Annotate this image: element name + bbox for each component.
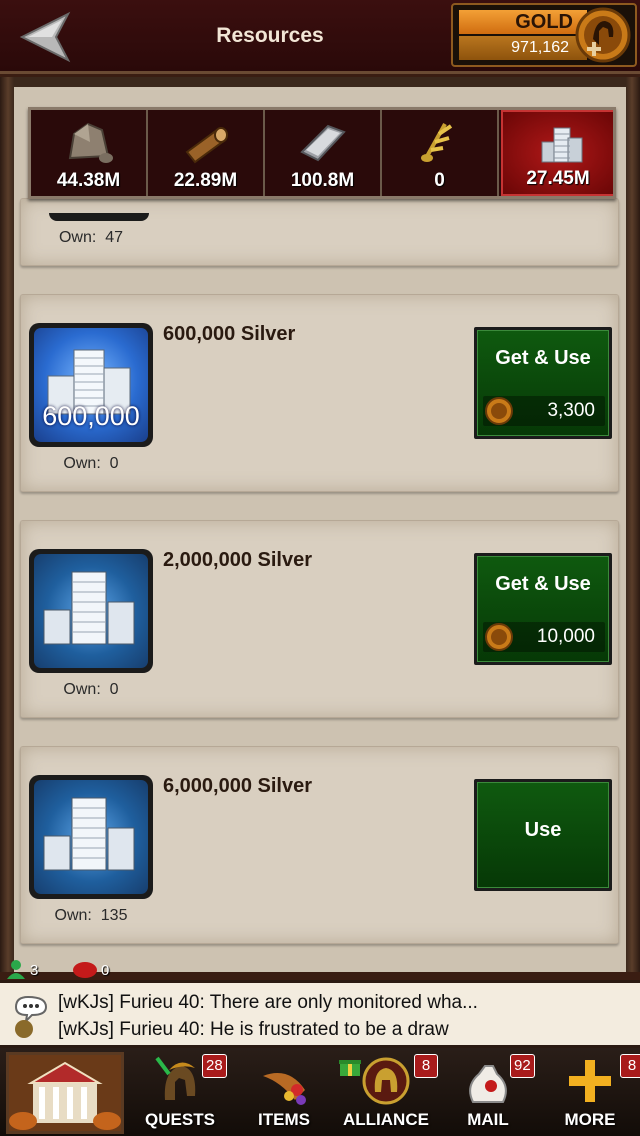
item-name: 6,000,000 Silver: [163, 775, 313, 797]
quests-badge: 28: [202, 1054, 227, 1078]
price: 10,000: [483, 622, 605, 652]
own-count: Own: 0: [63, 455, 119, 472]
nav-label: QUESTS: [145, 1110, 215, 1129]
item-icon: [29, 549, 153, 673]
gold-label: GOLD: [459, 10, 587, 34]
resource-value: 22.89M: [173, 170, 238, 191]
chat-message: [wKJs] Furieu 40: He is frustrated to be…: [58, 1019, 449, 1040]
nav-mail[interactable]: 92 MAIL: [438, 1048, 538, 1136]
resource-wood[interactable]: 22.89M: [148, 110, 265, 196]
mail-sack-icon: [469, 1065, 507, 1103]
alliance-badge: 8: [414, 1054, 438, 1078]
nav-items[interactable]: ITEMS: [234, 1048, 334, 1136]
nav-label: ITEMS: [258, 1110, 310, 1129]
icon-amount: 600,000: [42, 401, 140, 431]
own-count: Own: 47: [58, 229, 124, 246]
get-and-use-button[interactable]: Get & Use 10,000: [474, 553, 612, 665]
item-name: 600,000 Silver: [163, 323, 296, 345]
resource-stone[interactable]: 44.38M: [31, 110, 148, 196]
resource-food[interactable]: 0: [382, 110, 499, 196]
price: 3,300: [483, 396, 605, 426]
city-button[interactable]: [6, 1052, 124, 1134]
alert-count: 0: [101, 962, 110, 979]
resource-ore[interactable]: 100.8M: [265, 110, 382, 196]
resource-value: 0: [434, 170, 445, 191]
back-arrow-icon: [19, 11, 71, 63]
ore-icon: [300, 124, 346, 162]
gold-coin-icon: [485, 623, 513, 651]
bottom-nav: 28 QUESTS ITEMS 8 ALLIANCE 92 MAIL 8 MOR…: [0, 1048, 640, 1136]
silver-icon: [541, 127, 583, 163]
list-item: 600,000 600,000 Silver Own: 0 Get & Use …: [20, 294, 619, 492]
city-hall-icon: [9, 1055, 121, 1131]
plus-icon: [569, 1060, 611, 1102]
back-button[interactable]: [18, 8, 78, 66]
silver-stack-icon: [43, 797, 135, 871]
own-count: Own: 0: [63, 681, 119, 698]
food-icon: [421, 123, 453, 162]
gold-value: 971,162: [459, 36, 587, 60]
gift-icon: [339, 1060, 361, 1076]
own-count: Own: 135: [54, 907, 128, 924]
item-name: 2,000,000 Silver: [163, 549, 313, 571]
alliance-helmet-icon: [362, 1057, 410, 1105]
list-item: Own: 47: [20, 198, 619, 266]
wood-icon: [185, 127, 228, 164]
resource-value: 100.8M: [290, 170, 355, 191]
players-online-count: 3: [30, 962, 39, 979]
page-title: Resources: [216, 24, 324, 47]
more-badge: 8: [620, 1054, 640, 1078]
resource-bar: 44.38M 22.89M 100.8M 0 27.45M: [28, 107, 616, 199]
resource-value: 44.38M: [56, 170, 121, 191]
list-item: 6,000,000 Silver Own: 135 Use: [20, 746, 619, 944]
use-button[interactable]: Use: [474, 779, 612, 891]
nav-label: MORE: [564, 1110, 616, 1129]
status-strip: 3 0: [0, 958, 640, 980]
item-icon: 600,000: [29, 323, 153, 447]
spartan-helmet-icon: [155, 1056, 196, 1100]
player-icon: [7, 960, 25, 979]
nav-more[interactable]: 8 MORE: [540, 1048, 640, 1136]
item-icon: [29, 775, 153, 899]
top-bar: Resources GOLD 971,162: [0, 0, 640, 74]
gold-coin-icon: [575, 7, 631, 63]
mail-badge: 92: [510, 1054, 535, 1078]
nav-label: MAIL: [467, 1110, 509, 1129]
nav-quests[interactable]: 28 QUESTS: [130, 1048, 230, 1136]
list-item: 2,000,000 Silver Own: 0 Get & Use 10,000: [20, 520, 619, 718]
chat-ticker[interactable]: [wKJs] Furieu 40: There are only monitor…: [0, 980, 640, 1048]
chat-message: [wKJs] Furieu 40: There are only monitor…: [58, 992, 478, 1013]
nav-label: ALLIANCE: [343, 1110, 429, 1129]
alert-icon: [73, 962, 97, 978]
resource-silver[interactable]: 27.45M: [501, 110, 613, 196]
stone-icon: [68, 122, 113, 163]
nav-alliance[interactable]: 8 ALLIANCE: [336, 1048, 438, 1136]
get-and-use-button[interactable]: Get & Use 3,300: [474, 327, 612, 439]
gold-coin-icon: [485, 397, 513, 425]
chat-bubble-icon: [14, 995, 48, 1038]
resource-value: 27.45M: [526, 168, 590, 189]
silver-stack-icon: [43, 571, 135, 645]
cornucopia-icon: [263, 1073, 306, 1105]
gold-balance[interactable]: GOLD 971,162: [451, 3, 637, 67]
